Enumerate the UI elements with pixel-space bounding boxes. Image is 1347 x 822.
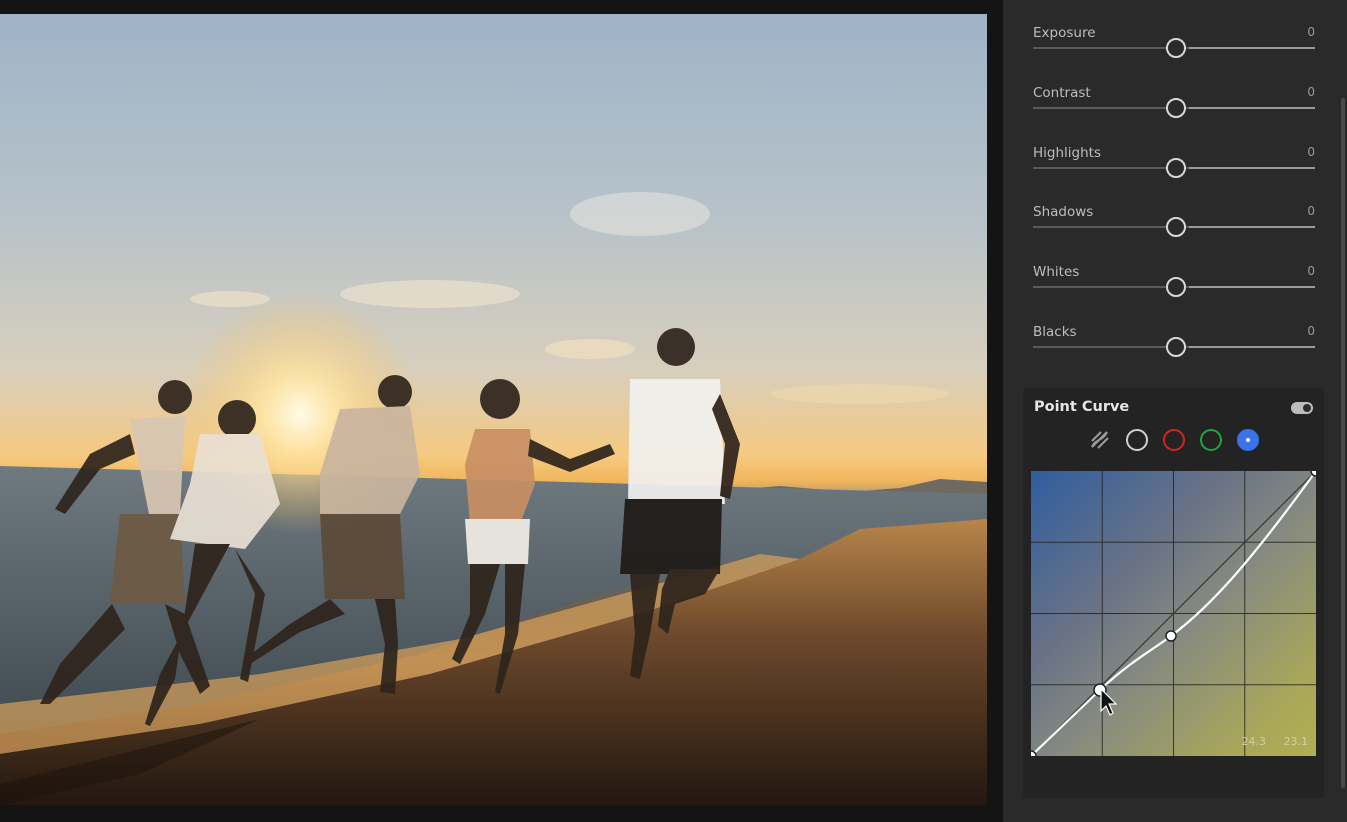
- slider-thumb[interactable]: [1166, 98, 1186, 118]
- mouse-cursor-icon: [1100, 687, 1118, 716]
- curve-graph[interactable]: 24.3 23.1: [1031, 471, 1316, 756]
- slider-whites[interactable]: Whites 0: [1033, 264, 1315, 304]
- slider-label: Shadows: [1033, 204, 1094, 220]
- slider-label: Contrast: [1033, 85, 1091, 101]
- slider-contrast[interactable]: Contrast 0: [1033, 85, 1315, 125]
- slider-value[interactable]: 0: [1307, 204, 1315, 218]
- photo-canvas[interactable]: [0, 14, 987, 805]
- curve-readout: 24.3 23.1: [1228, 735, 1309, 748]
- slider-thumb[interactable]: [1166, 277, 1186, 297]
- slider-value[interactable]: 0: [1307, 25, 1315, 39]
- green-channel-button[interactable]: [1200, 429, 1222, 451]
- curve-input-value: 24.3: [1241, 735, 1267, 748]
- slider-label: Whites: [1033, 264, 1080, 280]
- slider-shadows[interactable]: Shadows 0: [1033, 204, 1315, 244]
- panel-scrollbar[interactable]: [1341, 98, 1345, 788]
- curve-output-value: 23.1: [1283, 735, 1309, 748]
- point-curve-toggle[interactable]: [1291, 402, 1313, 414]
- edit-panel: Exposure 0 Contrast 0 Highlights 0 Shado…: [1003, 0, 1347, 822]
- slider-thumb[interactable]: [1166, 38, 1186, 58]
- rgb-channel-button[interactable]: [1126, 429, 1148, 451]
- point-curve-title: Point Curve: [1034, 399, 1130, 415]
- photo-editor-app: Exposure 0 Contrast 0 Highlights 0 Shado…: [0, 0, 1347, 822]
- slider-thumb[interactable]: [1166, 158, 1186, 178]
- slider-highlights[interactable]: Highlights 0: [1033, 145, 1315, 185]
- slider-value[interactable]: 0: [1307, 145, 1315, 159]
- slider-blacks[interactable]: Blacks 0: [1033, 324, 1315, 364]
- slider-label: Blacks: [1033, 324, 1077, 340]
- blue-channel-button[interactable]: [1237, 429, 1259, 451]
- slider-label: Highlights: [1033, 145, 1101, 161]
- curve-point-2: [1165, 630, 1177, 642]
- point-curve-panel: Point Curve 24.3 23.1: [1023, 388, 1324, 798]
- red-channel-button[interactable]: [1163, 429, 1185, 451]
- slider-value[interactable]: 0: [1307, 85, 1315, 99]
- slider-value[interactable]: 0: [1307, 264, 1315, 278]
- slider-value[interactable]: 0: [1307, 324, 1315, 338]
- slider-thumb[interactable]: [1166, 337, 1186, 357]
- parametric-curve-icon[interactable]: [1089, 429, 1111, 451]
- photo-viewer: [0, 0, 1003, 822]
- slider-thumb[interactable]: [1166, 217, 1186, 237]
- curve-channel-selector: [1089, 429, 1259, 453]
- slider-label: Exposure: [1033, 25, 1096, 41]
- slider-exposure[interactable]: Exposure 0: [1033, 25, 1315, 65]
